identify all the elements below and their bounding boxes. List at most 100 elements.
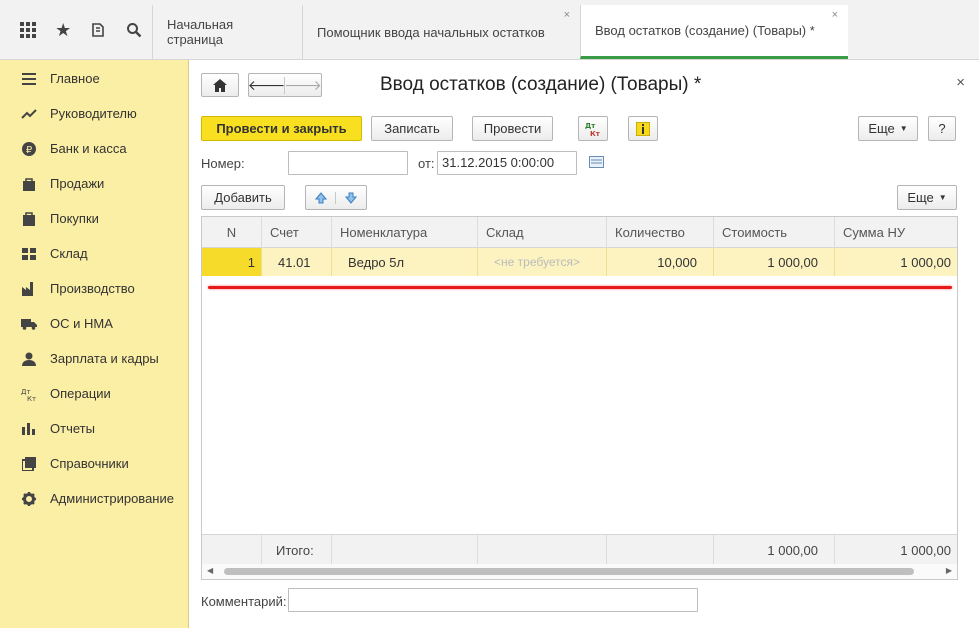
sidebar-item-label: Продажи xyxy=(50,176,105,191)
sidebar-item-label: Операции xyxy=(50,386,111,401)
footer-cell-empty xyxy=(607,535,714,565)
sidebar-item-salary[interactable]: Зарплата и кадры xyxy=(0,341,188,376)
sidebar-item-warehouse[interactable]: Склад xyxy=(0,236,188,271)
warehouse-icon xyxy=(20,246,38,262)
sidebar-item-label: Покупки xyxy=(50,211,99,226)
back-arrow-icon[interactable]: 🡐 xyxy=(248,76,285,94)
tab-close-icon[interactable]: × xyxy=(832,9,838,21)
goods-table: N Счет Номенклатура Склад Количество Сто… xyxy=(201,216,958,580)
tab-home[interactable]: Начальная страница xyxy=(152,5,302,59)
calendar-icon[interactable] xyxy=(589,156,604,171)
history-icon[interactable] xyxy=(81,12,117,48)
comment-input[interactable] xyxy=(288,588,698,612)
column-header-item[interactable]: Номенклатура xyxy=(332,217,478,248)
svg-text:Дт: Дт xyxy=(585,122,596,130)
post-button[interactable]: Провести xyxy=(472,116,553,141)
column-header-cost[interactable]: Стоимость xyxy=(714,217,835,248)
more-menu-button[interactable]: Еще ▼ xyxy=(858,116,918,141)
cell-account[interactable]: 41.01 xyxy=(262,248,332,276)
scroll-right-icon[interactable]: ▶ xyxy=(946,566,952,575)
date-input[interactable]: 31.12.2015 0:00:00 xyxy=(437,151,577,175)
ruble-icon: ₽ xyxy=(20,141,38,157)
cell-item[interactable]: Ведро 5л xyxy=(332,248,478,276)
column-header-n[interactable]: N xyxy=(202,217,262,248)
help-button[interactable]: ? xyxy=(928,116,956,141)
sidebar-item-sales[interactable]: Продажи xyxy=(0,166,188,201)
bag-icon xyxy=(20,176,38,192)
scroll-left-icon[interactable]: ◀ xyxy=(207,566,213,575)
add-row-button[interactable]: Добавить xyxy=(201,185,285,210)
dt-kt-postings-button[interactable]: Дт Кт xyxy=(578,116,608,141)
tab-label: Начальная страница xyxy=(167,17,234,47)
tab-balance-entry[interactable]: Ввод остатков (создание) (Товары) * × xyxy=(580,5,848,59)
document-form: 🡐 🡒 Ввод остатков (создание) (Товары) * … xyxy=(190,60,979,628)
move-up-icon[interactable] xyxy=(306,191,336,204)
sidebar-item-bank[interactable]: ₽ Банк и касса xyxy=(0,131,188,166)
cell-n[interactable]: 1 xyxy=(202,248,262,276)
tab-label: Помощник ввода начальных остатков xyxy=(317,24,545,40)
sidebar-item-main[interactable]: Главное xyxy=(0,61,188,96)
sidebar-item-label: Отчеты xyxy=(50,421,95,436)
sidebar-item-administration[interactable]: Администрирование xyxy=(0,481,188,516)
chevron-down-icon: ▼ xyxy=(899,124,908,133)
footer-total-label: Итого: xyxy=(262,535,332,565)
cell-warehouse[interactable]: <не требуется> xyxy=(478,248,607,276)
svg-text:Кт: Кт xyxy=(27,395,36,401)
star-icon[interactable]: ★ xyxy=(46,12,82,48)
sidebar-item-fixed-assets[interactable]: ОС и НМА xyxy=(0,306,188,341)
tab-close-icon[interactable]: × xyxy=(564,9,570,21)
table-more-label: Еще xyxy=(907,190,934,205)
sidebar-item-label: Банк и касса xyxy=(50,141,127,156)
footer-cell-empty xyxy=(332,535,478,565)
close-icon[interactable]: × xyxy=(956,74,965,91)
horizontal-scrollbar[interactable]: ◀ ▶ xyxy=(202,564,957,579)
sidebar-item-directories[interactable]: Справочники xyxy=(0,446,188,481)
table-row[interactable]: 1 41.01 Ведро 5л <не требуется> 10,000 1… xyxy=(202,248,957,276)
column-header-quantity[interactable]: Количество xyxy=(607,217,714,248)
person-icon xyxy=(20,351,38,367)
cell-tax-sum[interactable]: 1 000,00 xyxy=(835,248,957,276)
footer-cell-empty xyxy=(202,535,262,565)
footer-total-tax-sum: 1 000,00 xyxy=(900,542,951,558)
gear-icon xyxy=(20,491,38,507)
date-label: от: xyxy=(418,156,435,171)
cell-quantity[interactable]: 10,000 xyxy=(607,248,714,276)
tab-label: Ввод остатков (создание) (Товары) * xyxy=(595,23,815,38)
home-button[interactable] xyxy=(201,73,239,97)
sidebar-item-production[interactable]: Производство xyxy=(0,271,188,306)
dt-kt-icon: ДтКт xyxy=(585,122,601,138)
column-header-account[interactable]: Счет xyxy=(262,217,332,248)
tab-opening-balances-assistant[interactable]: Помощник ввода начальных остатков × xyxy=(302,5,580,59)
scrollbar-thumb[interactable] xyxy=(224,568,914,575)
sidebar-item-management[interactable]: Руководителю xyxy=(0,96,188,131)
sidebar-item-label: Справочники xyxy=(50,456,129,471)
menu-icon xyxy=(20,71,38,87)
sidebar-item-label: Зарплата и кадры xyxy=(50,351,159,366)
search-icon[interactable] xyxy=(117,12,153,48)
sidebar-item-label: Склад xyxy=(50,246,88,261)
column-header-warehouse[interactable]: Склад xyxy=(478,217,607,248)
table-more-button[interactable]: Еще ▼ xyxy=(897,185,957,210)
sidebar-item-operations[interactable]: Дт Кт Операции xyxy=(0,376,188,411)
comment-label: Комментарий: xyxy=(201,594,287,609)
sidebar-item-reports[interactable]: Отчеты xyxy=(0,411,188,446)
info-button[interactable] xyxy=(628,116,658,141)
apps-grid-icon[interactable] xyxy=(10,12,46,48)
sidebar-item-label: Производство xyxy=(50,281,135,296)
sidebar: Главное Руководителю ₽ Банк и касса Прод… xyxy=(0,60,189,628)
number-input[interactable] xyxy=(288,151,408,175)
post-and-close-button[interactable]: Провести и закрыть xyxy=(201,116,362,141)
book-icon xyxy=(20,456,38,472)
save-button[interactable]: Записать xyxy=(371,116,453,141)
sidebar-item-purchases[interactable]: Покупки xyxy=(0,201,188,236)
cell-cost[interactable]: 1 000,00 xyxy=(714,248,835,276)
column-header-tax-sum[interactable]: Сумма НУ xyxy=(835,217,957,248)
table-footer: Итого: 1 000,00 1 000,00 xyxy=(202,534,957,565)
move-buttons-group xyxy=(305,185,367,210)
forward-arrow-icon[interactable]: 🡒 xyxy=(284,77,322,94)
home-icon xyxy=(213,78,227,92)
dt-kt-icon: ДтКт xyxy=(20,386,38,402)
history-nav-group: 🡐 🡒 xyxy=(248,73,322,97)
footer-total-cost: 1 000,00 xyxy=(714,535,835,565)
move-down-icon[interactable] xyxy=(336,192,366,204)
